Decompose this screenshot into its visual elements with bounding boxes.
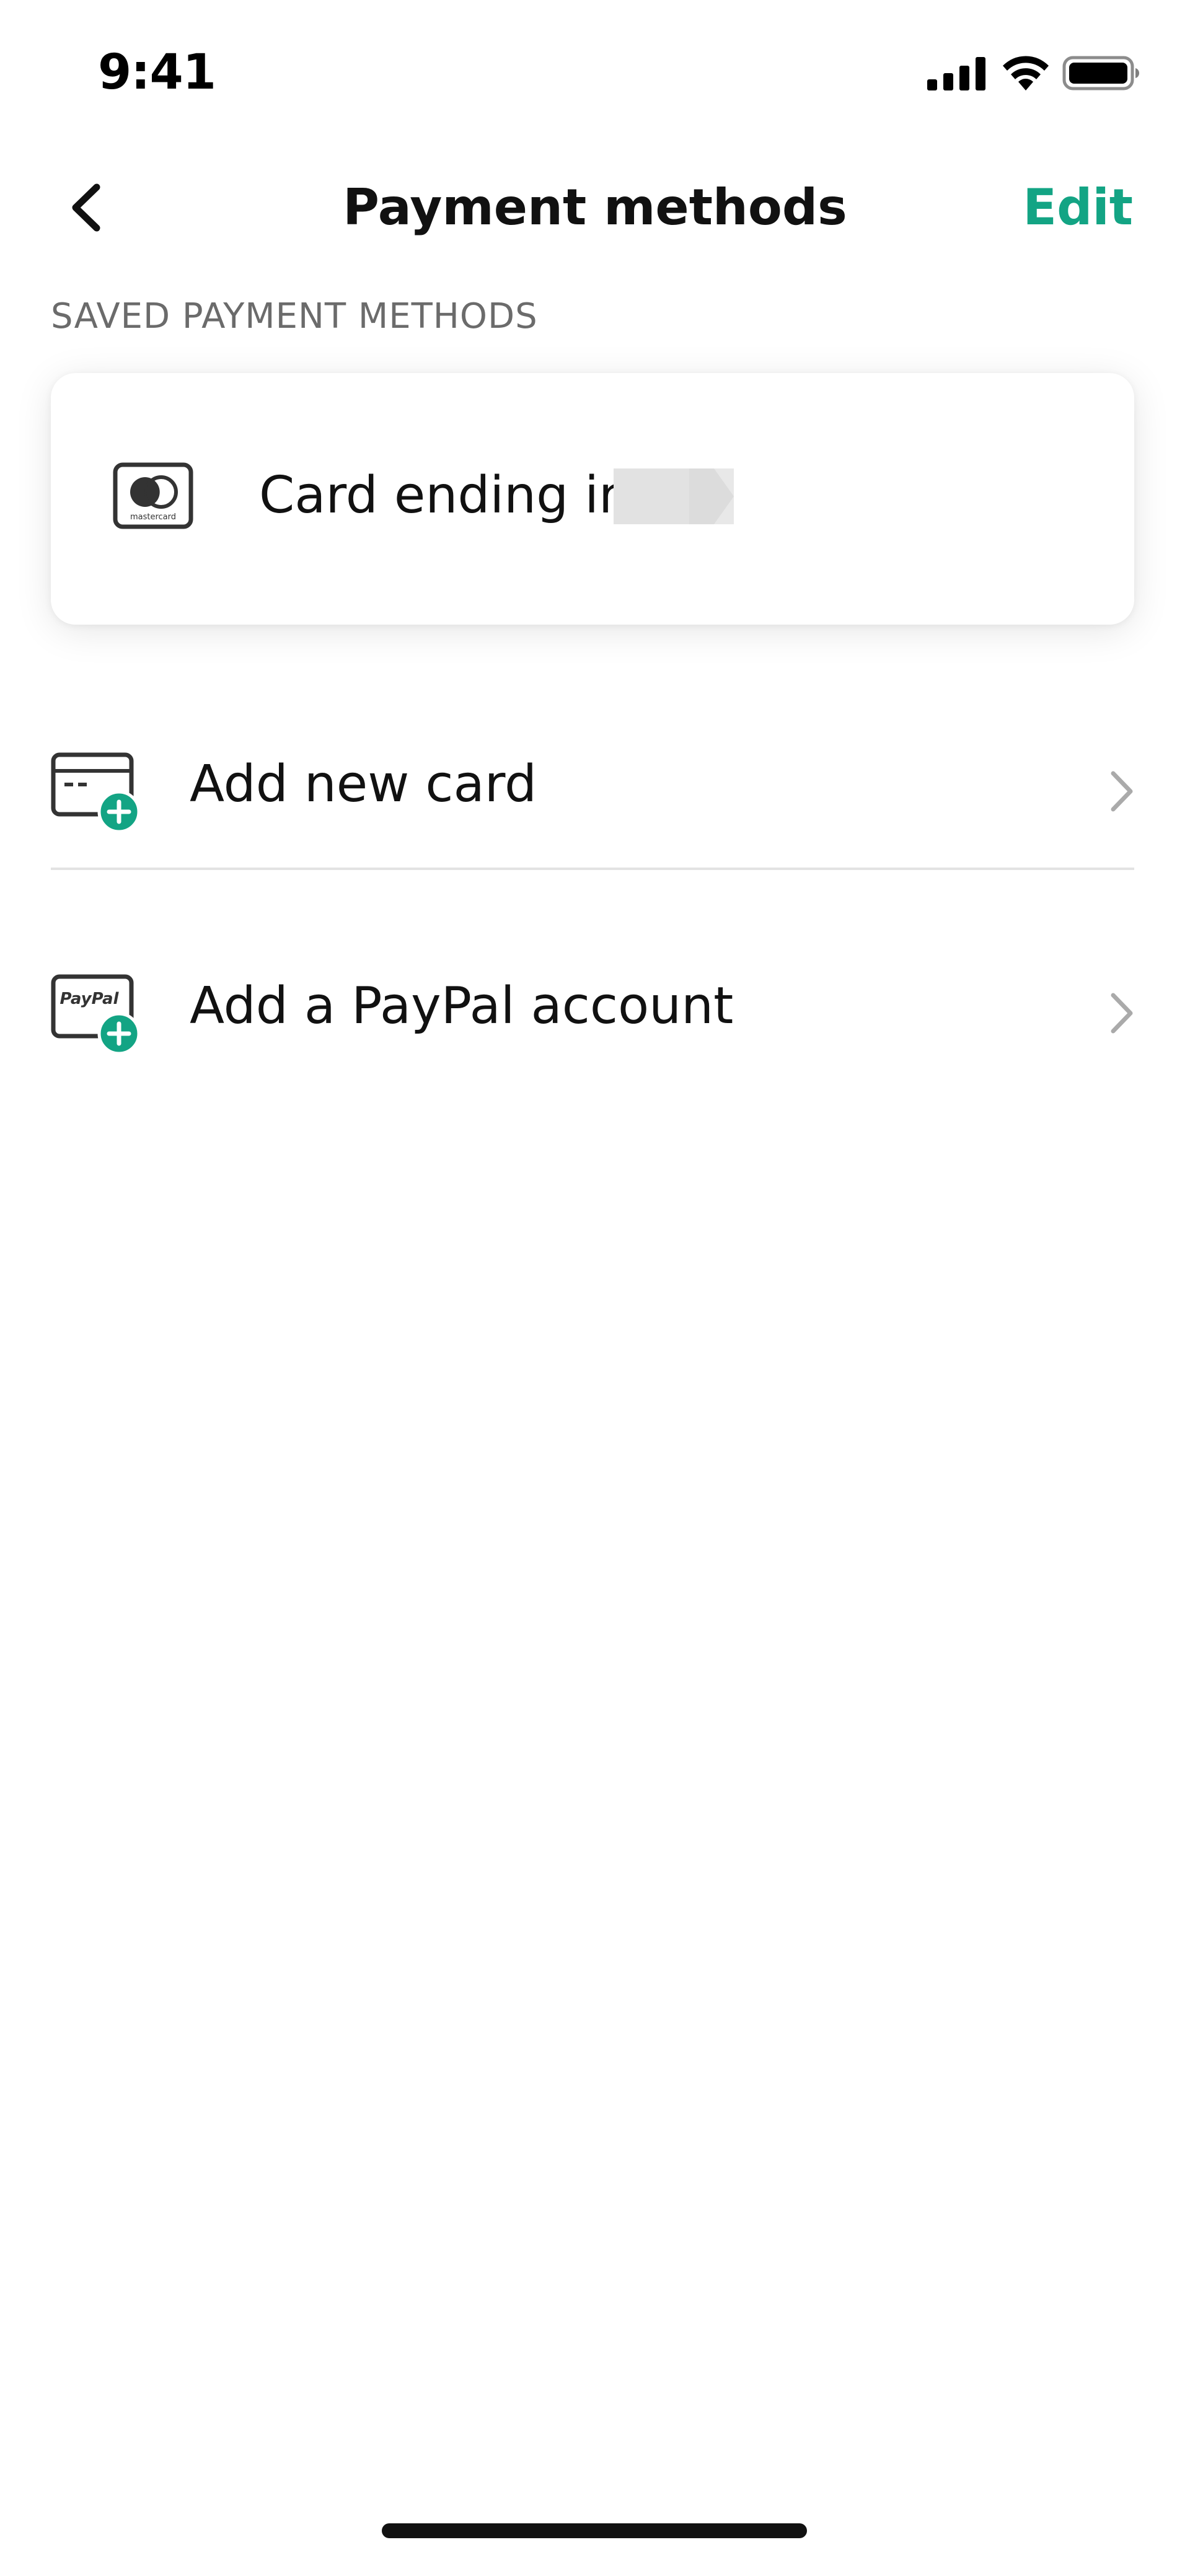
add-new-card-row[interactable]: Add new card [51,713,1134,837]
add-paypal-account-label: Add a PayPal account [190,977,734,1035]
card-ending-label: Card ending in [259,466,631,525]
redaction-edge [689,468,734,524]
row-divider [51,868,1134,870]
add-paypal-icon: PayPal [51,974,141,1052]
page-title: Payment methods [343,178,847,236]
wifi-icon [1003,56,1049,90]
battery-icon [1062,56,1139,90]
chevron-right-icon [1111,993,1133,1034]
mastercard-icon: mastercard [113,462,193,529]
home-indicator[interactable] [382,2523,807,2538]
add-new-card-label: Add new card [190,755,537,814]
saved-card-item[interactable]: mastercard Card ending in [51,373,1134,625]
paypal-icon-text: PayPal [60,990,120,1008]
edit-button[interactable]: Edit [1023,178,1133,236]
add-paypal-account-row[interactable]: PayPal Add a PayPal account [51,934,1134,1058]
mastercard-caption: mastercard [130,512,176,522]
cellular-signal-icon [927,57,985,90]
chevron-right-icon [1111,771,1133,812]
add-card-icon [51,752,141,830]
section-label-saved-payment-methods: SAVED PAYMENT METHODS [51,296,538,336]
status-time: 9:41 [98,45,216,100]
